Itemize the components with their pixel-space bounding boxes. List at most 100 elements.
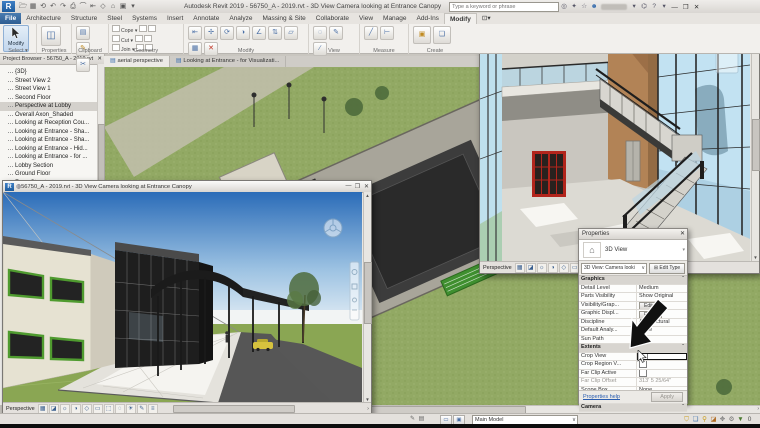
close-button[interactable]: ✕ [691,3,702,11]
prop-row-crop-view[interactable]: Crop View [579,352,687,361]
hide-elements-icon[interactable]: ◌ [313,26,327,40]
active-workset-icon[interactable]: ▭ [440,414,452,425]
detail-level-icon[interactable]: ▦ [37,403,48,414]
cope-tool[interactable]: Cope [121,28,133,34]
section-collapse-icon[interactable]: ˆ [682,404,684,412]
filter-icon[interactable]: ▼ [736,415,745,424]
browser-item-ground-floor[interactable]: Ground Floor [0,170,104,179]
section-collapse-icon[interactable]: ˆ [682,344,684,352]
restore-icon[interactable]: ❐ [353,183,362,190]
mirror-icon[interactable]: ◑ [236,26,250,40]
settings-icon[interactable]: ⚙ [727,415,736,424]
restore-button[interactable]: ❐ [680,3,691,11]
lobby-vertical-scrollbar[interactable]: ▲▼ [751,39,760,261]
sync-icon[interactable]: ⟲ [38,1,48,12]
tab-steel[interactable]: Steel [102,13,127,24]
section-camera[interactable]: Camera ˆ [579,403,687,412]
minimize-icon[interactable]: — [344,183,353,190]
request-editing-icon[interactable]: ▣ [453,414,465,425]
qat-dropdown-icon[interactable]: ▾ [128,1,138,12]
shadows-icon[interactable]: ◑ [547,262,558,273]
worksharing-icon[interactable]: ≡ [147,403,158,414]
tab-annotate[interactable]: Annotate [188,13,224,24]
close-icon[interactable]: ✕ [362,183,371,190]
cope-icon[interactable] [112,25,120,32]
minimize-button[interactable]: — [669,4,680,11]
tab-addins[interactable]: Add-Ins [412,13,444,24]
trim-icon[interactable]: ∠ [252,26,266,40]
visual-style-icon[interactable]: ◪ [48,403,59,414]
reveal-hidden-icon[interactable]: ☀ [125,403,136,414]
lobby-view-scale[interactable]: Perspective [483,265,512,271]
browser-item-second-floor[interactable]: Second Floor [0,94,104,103]
select-pinned-icon[interactable]: ⚲ [700,415,709,424]
visual-style-icon[interactable]: ◪ [525,262,536,273]
cut-clipboard-icon[interactable]: ✂ [76,58,90,72]
select-underlay-icon[interactable]: ❏ [691,415,700,424]
tab-architecture[interactable]: Architecture [21,13,66,24]
section-graphics[interactable]: Graphics ˆ [579,276,687,285]
move-icon[interactable]: ✢ [204,26,218,40]
sign-in-icon[interactable]: ☻ [589,1,599,12]
select-by-face-icon[interactable]: ◪ [709,415,718,424]
browser-item-entrance-sha2[interactable]: Looking at Entrance - Sha... [0,136,104,145]
communication-center-icon[interactable]: ✦ [569,1,579,12]
exchange-apps-icon[interactable]: ⌬ [639,1,649,12]
tab-modify[interactable]: Modify [443,13,477,24]
design-options-icon[interactable]: ▤ [417,415,426,424]
type-spinner-icon[interactable]: ▾ [682,247,685,253]
scroll-right-arrow[interactable]: › [367,406,369,412]
browser-item-overall-axon[interactable]: Overall Axon_Shaded [0,111,104,120]
account-name-blurred[interactable] [601,3,628,10]
entrance-vertical-scrollbar[interactable]: ▲ ▼ [363,192,372,403]
entrance-viewport[interactable] [3,192,362,403]
edit-type-button[interactable]: ⊞ Edit Type [649,262,685,274]
remove-coping-icon[interactable] [147,25,156,32]
3d-view-icon[interactable]: ⌂ [108,1,118,12]
worksets-icon[interactable]: ✎ [408,415,417,424]
tab-collaborate[interactable]: Collaborate [311,13,354,24]
section-icon[interactable]: ▣ [118,1,128,12]
split-icon[interactable]: ⇅ [268,26,282,40]
rendering-icon[interactable]: ◇ [558,262,569,273]
search-icon[interactable]: ◎ [559,1,569,12]
view-tab-entrance[interactable]: ▤ Looking at Entrance - for Visualizati..… [170,56,287,67]
tab-structure[interactable]: Structure [66,13,102,24]
favorites-icon[interactable]: ☆ [579,1,589,12]
ribbon-options-icon[interactable]: ⊡▾ [477,13,496,24]
scroll-right-arrow[interactable]: › [757,406,759,412]
dimension-icon[interactable]: ⇤ [88,1,98,12]
detail-level-icon[interactable]: ▦ [514,262,525,273]
filter-count-icon[interactable]: 0 [745,415,754,424]
shadows-icon[interactable]: ◑ [70,403,81,414]
browser-item-street-view-1[interactable]: Street View 1 [0,85,104,94]
revit-app-icon[interactable]: R [2,1,15,12]
dimension-tool-icon[interactable]: ⊢ [380,26,394,40]
cut-geometry-icon[interactable] [112,34,120,42]
browser-item-entrance-hid[interactable]: Looking at Entrance - Hid... [0,145,104,154]
crop-view-icon[interactable]: ▭ [92,403,103,414]
prop-row-far-clip-active[interactable]: Far Clip Active [579,369,687,378]
measure-icon[interactable]: ⌒ [78,1,88,12]
tab-insert[interactable]: Insert [162,13,188,24]
temporary-hide-icon[interactable]: ◌ [114,403,125,414]
select-links-icon[interactable]: ⛉ [682,415,691,424]
entrance-hscroll-thumb[interactable] [172,404,295,413]
dropdown-icon[interactable]: ▾ [629,1,639,12]
undo-icon[interactable]: ↶ [48,1,58,12]
cut-tool[interactable]: Cut [121,38,129,44]
design-option-dropdown[interactable]: Main Model ∨ [472,414,578,425]
redo-icon[interactable]: ↷ [58,1,68,12]
rotate-icon[interactable]: ⟳ [220,26,234,40]
override-graphics-icon[interactable]: ✎ [329,26,343,40]
browser-item-perspective-at-lobby[interactable]: Perspective at Lobby [0,102,104,111]
create-similar-icon[interactable]: ❏ [433,26,451,44]
tag-icon[interactable]: ◇ [98,1,108,12]
open-icon[interactable]: 🗁 [18,1,28,12]
measure-tool-icon[interactable]: ╱ [364,26,378,40]
sun-path-icon[interactable]: ☼ [536,262,547,273]
tab-analyze[interactable]: Analyze [224,13,257,24]
properties-palette-icon[interactable]: ◫ [41,26,61,46]
search-input[interactable] [449,1,560,12]
view-tab-aerial[interactable]: ▤ aerial perspective [104,56,170,67]
